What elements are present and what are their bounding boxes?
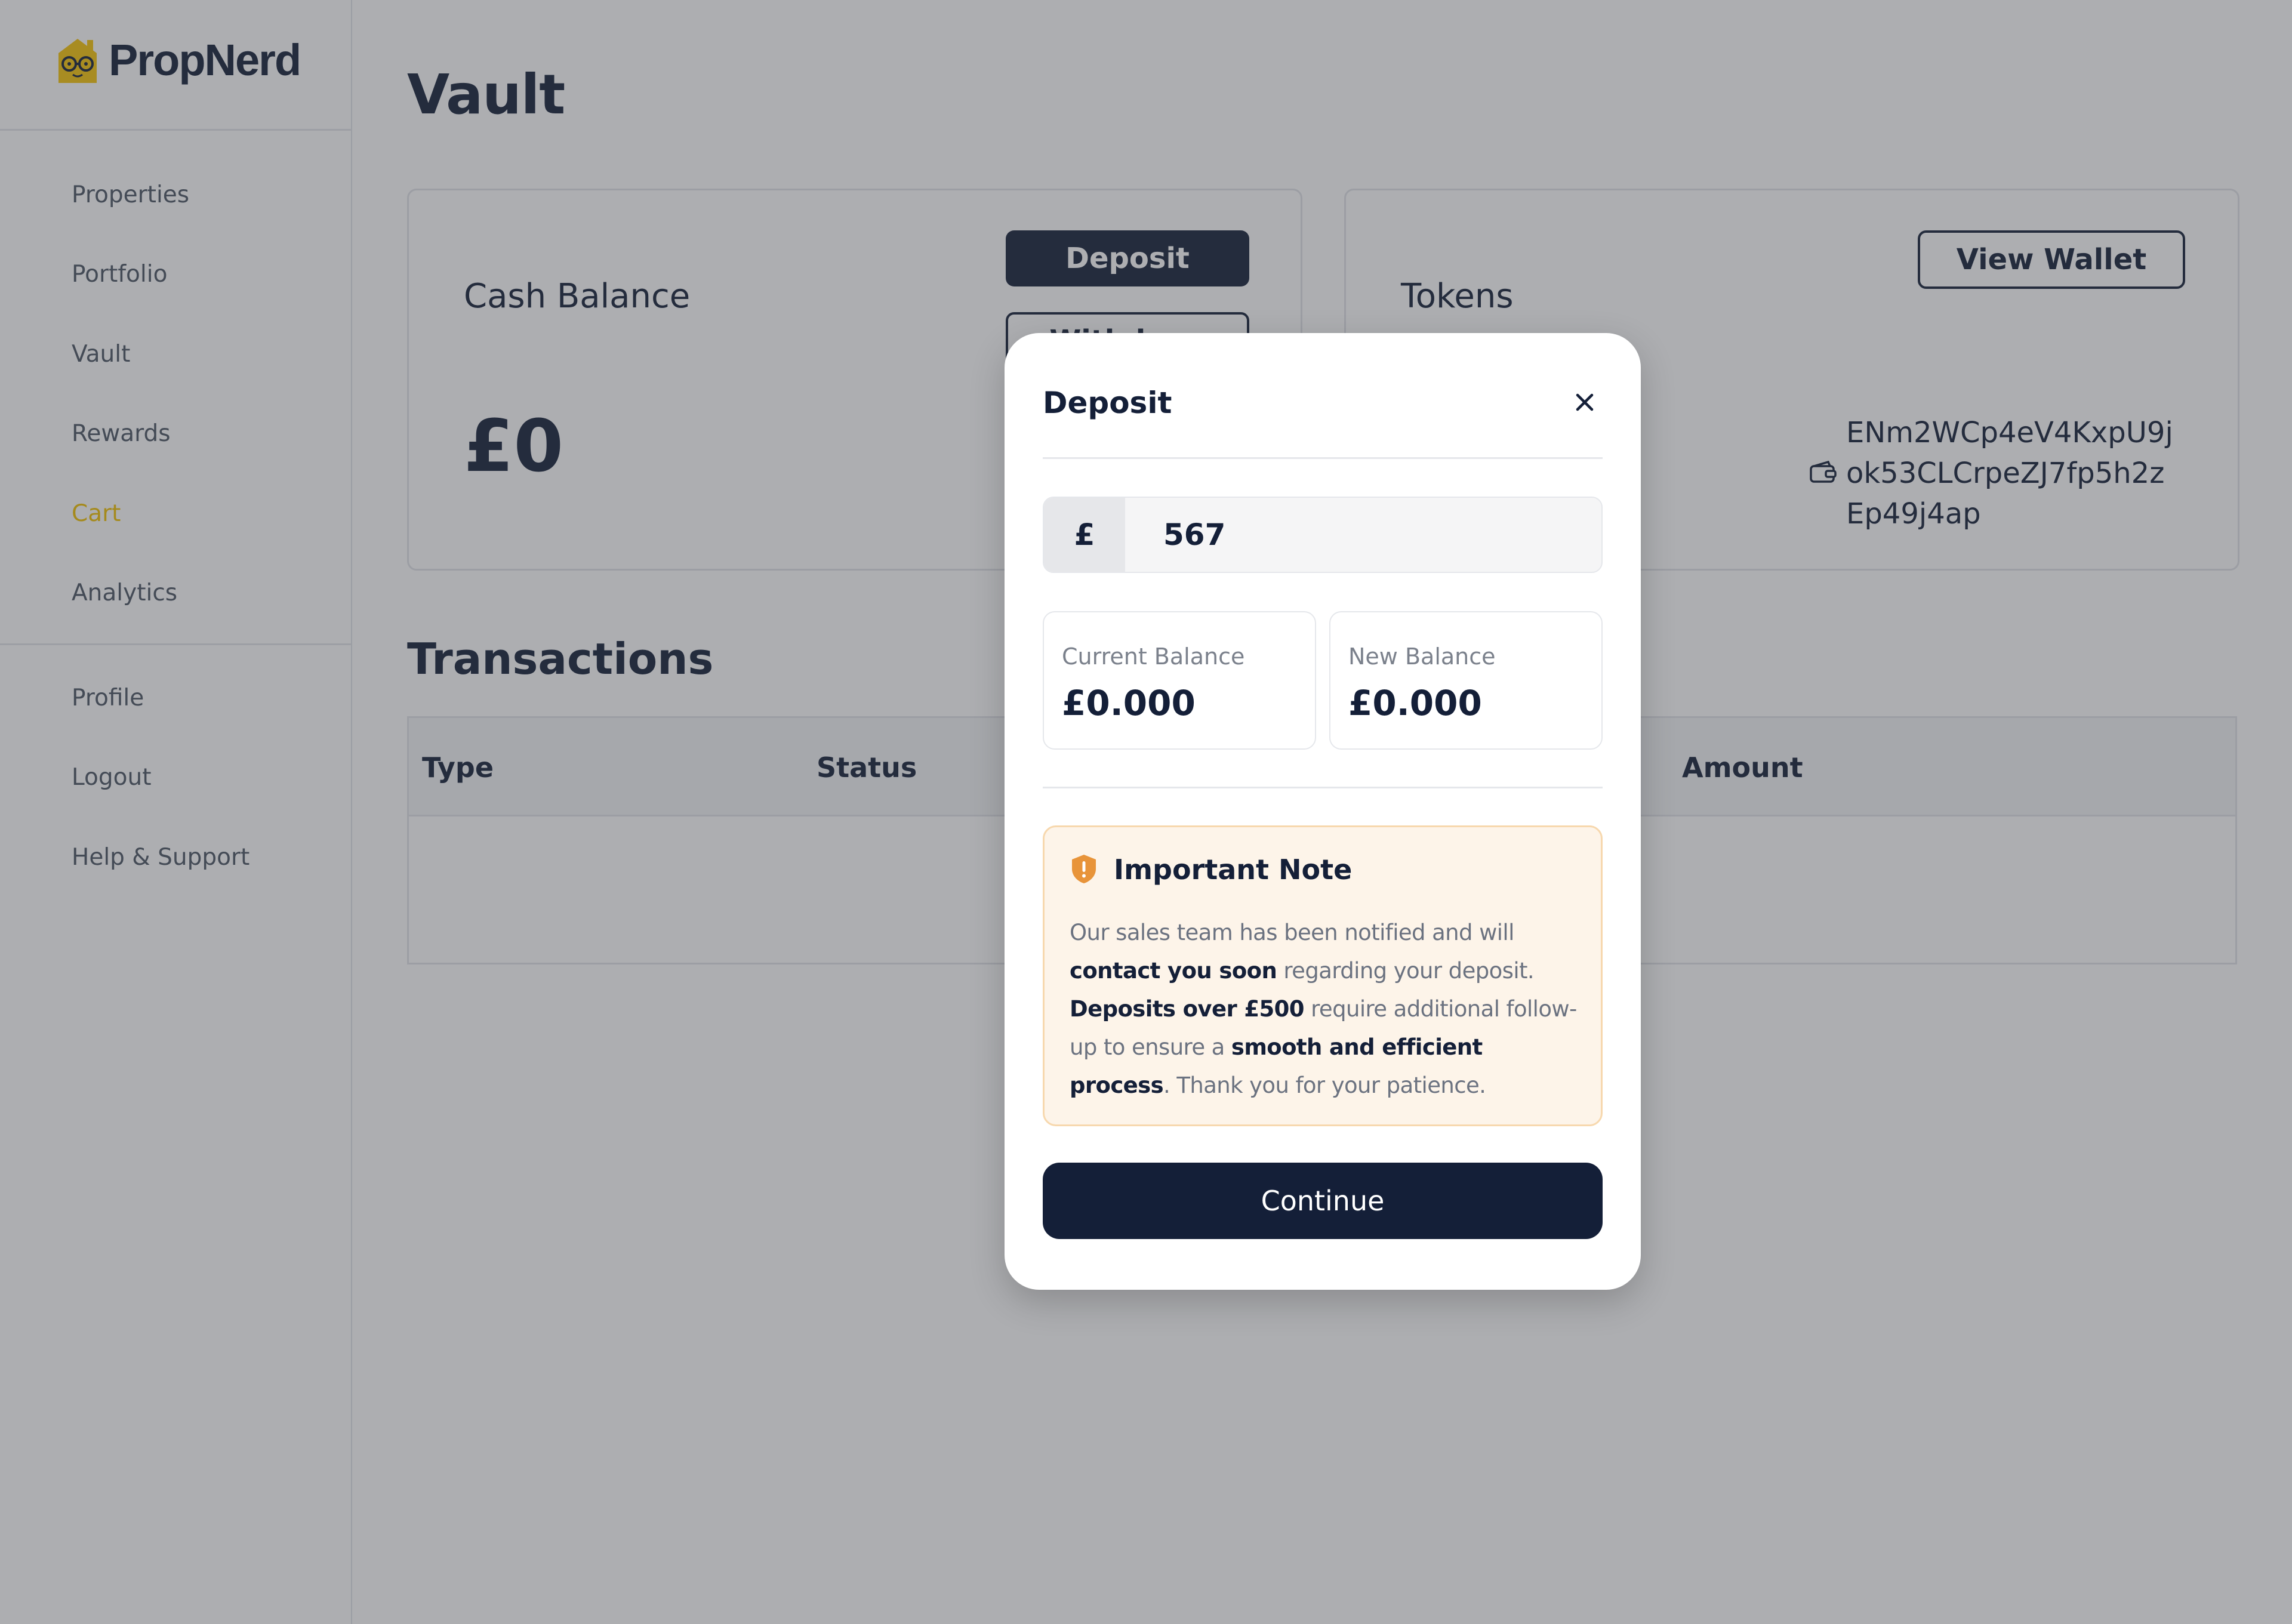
current-balance-label: Current Balance <box>1062 643 1245 670</box>
modal-divider <box>1043 457 1603 459</box>
note-text-part: regarding your deposit. <box>1277 958 1535 984</box>
continue-button[interactable]: Continue <box>1043 1163 1603 1239</box>
close-icon <box>1576 393 1594 411</box>
shield-warning-icon <box>1070 853 1098 887</box>
current-balance-card: Current Balance £0.000 <box>1043 611 1316 750</box>
note-emphasis: contact you soon <box>1070 958 1277 984</box>
close-button[interactable] <box>1569 387 1600 418</box>
currency-symbol: £ <box>1044 498 1125 572</box>
note-text: Our sales team has been notified and wil… <box>1070 914 1589 1105</box>
new-balance-card: New Balance £0.000 <box>1329 611 1603 750</box>
modal-title: Deposit <box>1043 386 1172 420</box>
note-text-part: Our sales team has been notified and wil… <box>1070 920 1514 945</box>
new-balance-label: New Balance <box>1348 643 1496 670</box>
note-emphasis: Deposits over £500 <box>1070 996 1305 1022</box>
deposit-amount-field: £ <box>1043 497 1603 573</box>
deposit-amount-input[interactable] <box>1125 498 1601 572</box>
modal-divider <box>1043 787 1603 788</box>
note-text-part: . Thank you for your patience. <box>1163 1073 1486 1098</box>
new-balance-value: £0.000 <box>1348 683 1482 723</box>
important-note: Important Note Our sales team has been n… <box>1043 825 1603 1126</box>
deposit-modal: Deposit £ Current Balance £0.000 New Bal… <box>1005 333 1641 1290</box>
current-balance-value: £0.000 <box>1062 683 1196 723</box>
note-title: Important Note <box>1114 853 1353 886</box>
